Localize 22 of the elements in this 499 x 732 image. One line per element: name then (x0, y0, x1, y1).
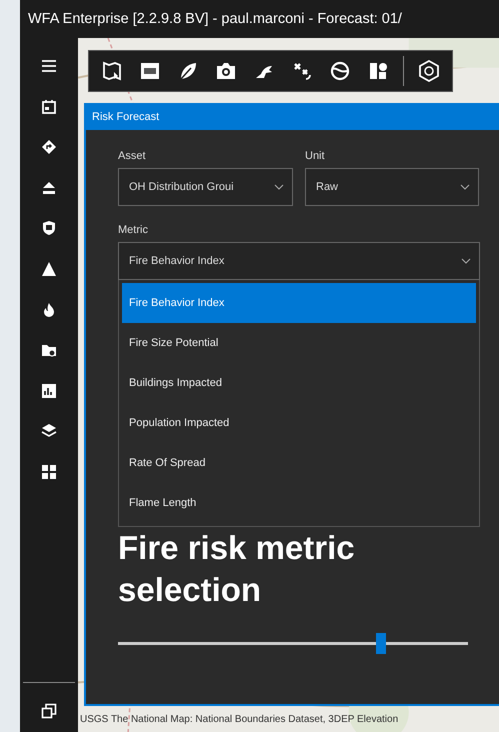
slider[interactable] (118, 633, 468, 654)
map-attribution: USGS The National Map: National Boundaries Dataset, 3DEP Elevation (79, 712, 400, 726)
dropdown[interactable]: OH Distribution Groui (118, 168, 293, 206)
dropdown[interactable]: Raw (305, 168, 479, 206)
chevron-down-icon (460, 184, 470, 190)
dropdown-option[interactable]: Fire Behavior Index (122, 283, 476, 323)
field-label: Asset (118, 150, 147, 162)
dropdown-option[interactable]: Rate Of Spread (122, 443, 476, 483)
caption: Fire risk metric selection (118, 528, 356, 610)
panel-title: Risk Forecast (92, 110, 160, 122)
chevron-down-icon (274, 184, 284, 190)
slider-thumb[interactable] (376, 633, 386, 654)
field-label: Unit (305, 150, 326, 162)
dropdown-option[interactable]: Flame Length (122, 483, 476, 523)
dropdown-option[interactable]: Buildings Impacted (122, 363, 476, 403)
metric-dropdown[interactable]: Fire Behavior Index (118, 242, 480, 280)
window-title: WFA Enterprise [2.2.9.8 BV] - paul.marconi - Forecast: 01/ (28, 11, 402, 27)
field-label: Metric (118, 224, 149, 236)
hexagon-icon[interactable] (416, 58, 442, 84)
dropdown-option[interactable]: Fire Size Potential (122, 323, 476, 363)
chevron-down-icon (461, 258, 471, 264)
dropdown-option[interactable]: Population Impacted (122, 403, 476, 443)
